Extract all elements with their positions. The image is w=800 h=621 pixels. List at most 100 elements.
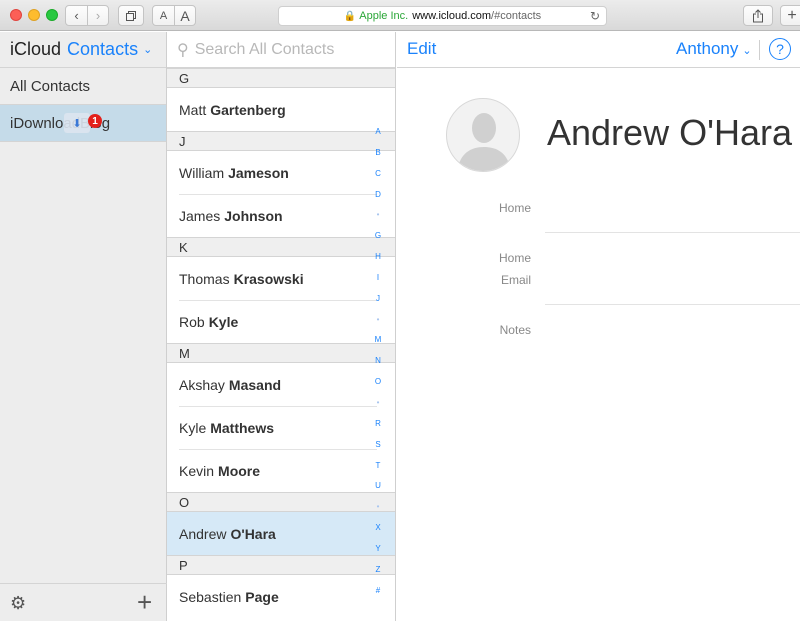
gear-icon[interactable]: ⚙ bbox=[10, 593, 26, 614]
index-letter[interactable]: • bbox=[371, 497, 385, 518]
contact-name: Andrew O'Hara bbox=[547, 112, 792, 153]
phone-label: Home bbox=[498, 201, 531, 215]
field-divider bbox=[545, 232, 800, 233]
index-letter[interactable]: D bbox=[371, 185, 385, 206]
contact-first-name: Matt bbox=[179, 101, 207, 118]
section-header-k: K bbox=[167, 237, 395, 257]
add-contact-button[interactable]: + bbox=[137, 587, 152, 618]
contact-last-name: Johnson bbox=[224, 207, 283, 224]
index-letter[interactable]: B bbox=[371, 143, 385, 164]
address-bar[interactable]: 🔒 Apple Inc. www.icloud.com /#contacts ↻ bbox=[278, 6, 607, 26]
font-larger-button[interactable]: A bbox=[174, 6, 195, 25]
account-menu[interactable]: Anthony ⌄ bbox=[676, 39, 752, 59]
index-letter[interactable]: R bbox=[371, 414, 385, 435]
group-all-contacts[interactable]: All Contacts bbox=[0, 68, 166, 105]
detail-header: Edit Anthony ⌄ ? bbox=[397, 32, 800, 68]
index-letter[interactable]: X bbox=[371, 518, 385, 539]
index-letter[interactable]: N bbox=[371, 351, 385, 372]
back-button[interactable]: ‹ bbox=[66, 6, 87, 25]
zoom-window-button[interactable] bbox=[46, 9, 58, 21]
search-input[interactable] bbox=[194, 40, 365, 59]
show-tabs-button[interactable] bbox=[118, 5, 144, 26]
index-letter[interactable]: Y bbox=[371, 539, 385, 560]
section-header-p: P bbox=[167, 555, 395, 575]
share-button[interactable] bbox=[743, 5, 773, 26]
index-letter[interactable]: Z bbox=[371, 560, 385, 581]
contact-list: G Matt Gartenberg J William Jameson James Johns… bbox=[167, 68, 395, 618]
new-tab-button[interactable]: + bbox=[780, 5, 800, 26]
index-letter[interactable]: • bbox=[371, 393, 385, 414]
group-idownloadblog[interactable]: iDownloadBlog ⬇ 1 bbox=[0, 105, 166, 142]
url-path: /#contacts bbox=[491, 10, 542, 22]
index-letter[interactable]: T bbox=[371, 456, 385, 477]
contact-row[interactable]: Akshay Masand bbox=[167, 363, 395, 406]
contact-row[interactable]: Kevin Moore bbox=[167, 449, 395, 492]
index-letter[interactable]: O bbox=[371, 372, 385, 393]
account-name: Anthony bbox=[676, 39, 739, 58]
url-company: Apple Inc. bbox=[359, 10, 409, 22]
section-header-m: M bbox=[167, 343, 395, 363]
email-label-type: Home bbox=[498, 251, 531, 265]
lock-icon: 🔒 bbox=[343, 10, 357, 22]
contact-first-name: Akshay bbox=[179, 376, 225, 393]
contact-row[interactable]: Sebastien Page bbox=[167, 575, 395, 618]
contact-row[interactable]: Matt Gartenberg bbox=[167, 88, 395, 131]
contact-row[interactable]: James Johnson bbox=[167, 194, 395, 237]
index-letter[interactable]: M bbox=[371, 330, 385, 351]
contact-first-name: Thomas bbox=[179, 270, 230, 287]
contact-detail-pane: Edit Anthony ⌄ ? Andrew O'Hara Home Home … bbox=[397, 32, 800, 621]
font-smaller-button[interactable]: A bbox=[153, 6, 174, 25]
header-divider bbox=[759, 40, 760, 60]
reload-icon[interactable]: ↻ bbox=[590, 9, 600, 23]
index-letter[interactable]: A bbox=[371, 122, 385, 143]
contact-row[interactable]: Andrew O'Hara bbox=[167, 512, 395, 555]
browser-toolbar: ‹ › A A 🔒 Apple Inc. www.icloud.com /#co… bbox=[0, 0, 800, 31]
section-header-j: J bbox=[167, 131, 395, 151]
edit-button[interactable]: Edit bbox=[407, 39, 436, 59]
app-name: Contacts bbox=[67, 39, 139, 59]
forward-button[interactable]: › bbox=[87, 6, 108, 25]
contact-row[interactable]: William Jameson bbox=[167, 151, 395, 194]
field-divider bbox=[545, 304, 800, 305]
tabs-icon bbox=[126, 10, 136, 21]
alphabet-index[interactable]: A B C D • G H I J • M N O • R S T U • X Y Z # bbox=[371, 122, 385, 601]
minimize-window-button[interactable] bbox=[28, 9, 40, 21]
contact-last-name: Page bbox=[245, 588, 279, 605]
section-header-g: G bbox=[167, 68, 395, 88]
contact-first-name: Kevin bbox=[179, 462, 215, 479]
chevron-down-icon: ⌄ bbox=[143, 44, 153, 56]
contact-list-pane: ⚲ GMattGartenbergJWilliamJamesonJamesJoh… bbox=[167, 32, 396, 621]
search-icon: ⚲ bbox=[177, 41, 189, 59]
plus-icon: + bbox=[787, 6, 797, 24]
index-letter[interactable]: • bbox=[371, 205, 385, 226]
contact-last-name: Krasowski bbox=[233, 270, 304, 287]
index-letter[interactable]: G bbox=[371, 226, 385, 247]
help-button[interactable]: ? bbox=[769, 38, 791, 60]
app-switcher[interactable]: iCloud Contacts ⌄ bbox=[0, 32, 166, 68]
share-icon bbox=[753, 8, 763, 22]
notes-label: Notes bbox=[499, 323, 531, 337]
index-letter[interactable]: • bbox=[371, 310, 385, 331]
search-bar: ⚲ bbox=[167, 32, 395, 68]
contact-first-name: Rob bbox=[179, 313, 205, 330]
index-letter[interactable]: C bbox=[371, 164, 385, 185]
index-letter[interactable]: H bbox=[371, 247, 385, 268]
contact-first-name: Sebastien bbox=[179, 588, 242, 605]
close-window-button[interactable] bbox=[10, 9, 22, 21]
index-letter[interactable]: S bbox=[371, 435, 385, 456]
index-letter[interactable]: # bbox=[371, 581, 385, 602]
contact-row[interactable]: Rob Kyle bbox=[167, 300, 395, 343]
contact-row[interactable]: Kyle Matthews bbox=[167, 406, 395, 449]
chevron-right-icon: › bbox=[95, 8, 101, 23]
index-letter[interactable]: U bbox=[371, 476, 385, 497]
index-letter[interactable]: I bbox=[371, 268, 385, 289]
index-letter[interactable]: J bbox=[371, 289, 385, 310]
font-size-buttons: A A bbox=[152, 5, 196, 26]
contact-first-name: James bbox=[179, 207, 221, 224]
avatar bbox=[446, 98, 520, 172]
email-label: Email bbox=[500, 273, 531, 287]
contact-row[interactable]: Thomas Krasowski bbox=[167, 257, 395, 300]
sidebar-footer: ⚙ + bbox=[0, 583, 167, 621]
contact-last-name: Masand bbox=[228, 376, 282, 393]
contact-last-name: Jameson bbox=[228, 164, 289, 181]
